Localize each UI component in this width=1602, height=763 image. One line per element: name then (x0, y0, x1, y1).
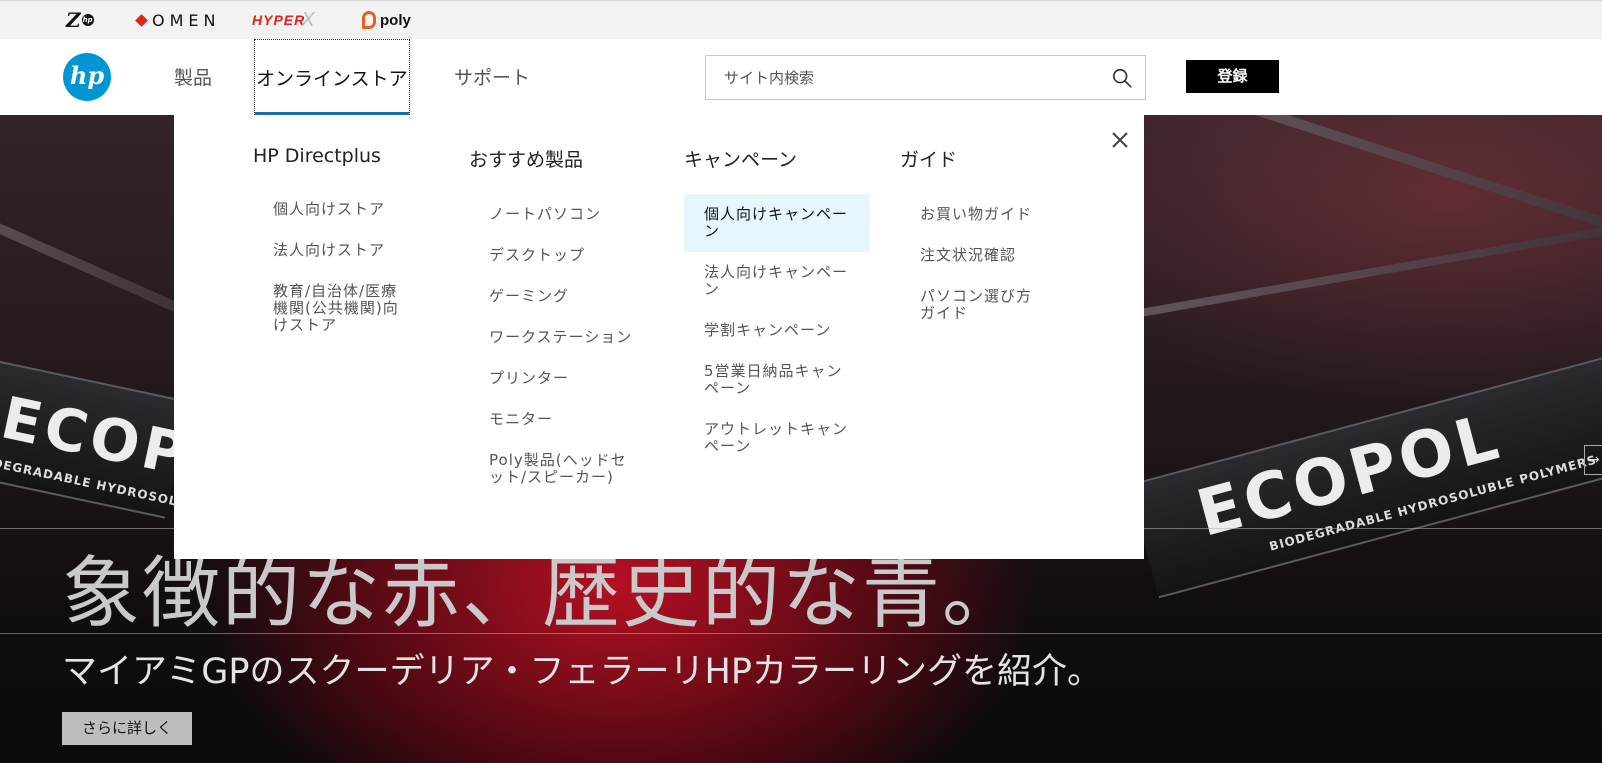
hero-beam (1133, 219, 1602, 319)
online-store-mega-menu: HP Directplus 個人向けストア 法人向けストア 教育/自治体/医療機… (174, 115, 1144, 559)
search-input[interactable] (724, 67, 1084, 89)
nav-support[interactable]: サポート (454, 63, 530, 90)
menu-item[interactable]: ワークステーション (469, 317, 655, 358)
nav-online-store[interactable]: オンラインストア (254, 39, 410, 115)
site-header: hp 製品 オンラインストア サポート 登録 (0, 39, 1602, 115)
poly-logo[interactable]: poly (362, 9, 411, 31)
ecopol-banner-left: ECOPOL DEGRADABLE HYDROSOLUBLE P (0, 351, 288, 520)
omen-diamond-icon (135, 13, 148, 27)
nav-products[interactable]: 製品 (174, 63, 212, 90)
z-by-hp-logo[interactable]: Zhp (66, 8, 94, 32)
learn-more-button[interactable]: さらに詳しく (62, 712, 192, 745)
menu-item[interactable]: 法人向けストア (253, 230, 419, 271)
menu-item[interactable]: 学割キャンペーン (684, 310, 870, 351)
menu-item[interactable]: プリンター (469, 358, 655, 399)
hp-logo[interactable]: hp (63, 53, 111, 101)
menu-column-campaigns: キャンペーン 個人向けキャンペーン 法人向けキャンペーン 学割キャンペーン 5営… (684, 145, 884, 467)
menu-item[interactable]: 注文状況確認 (900, 235, 1066, 276)
omen-logo[interactable]: OMEN (135, 9, 220, 31)
search-icon[interactable] (1111, 67, 1133, 89)
search-box (705, 55, 1146, 100)
menu-item[interactable]: パソコン選び方ガイド (900, 276, 1066, 334)
menu-item[interactable]: ゲーミング (469, 276, 655, 317)
menu-item[interactable]: 5営業日納品キャンペーン (684, 351, 870, 409)
menu-item[interactable]: 教育/自治体/医療機関(公共機関)向けストア (253, 271, 419, 346)
close-icon[interactable] (1109, 129, 1131, 151)
menu-column-title: おすすめ製品 (469, 149, 584, 171)
menu-item[interactable]: 法人向けキャンペーン (684, 252, 870, 310)
menu-item[interactable]: アウトレットキャンペーン (684, 409, 870, 467)
menu-item[interactable]: お買い物ガイド (900, 194, 1066, 235)
menu-item[interactable]: 個人向けストア (253, 189, 419, 230)
menu-item[interactable]: ノートパソコン (469, 194, 655, 235)
menu-column-recommended: おすすめ製品 ノートパソコン デスクトップ ゲーミング ワークステーション プリ… (469, 145, 669, 498)
menu-column-title: キャンペーン (684, 149, 798, 171)
menu-item[interactable]: デスクトップ (469, 235, 655, 276)
menu-item-active[interactable]: 個人向けキャンペーン (684, 194, 870, 252)
register-button[interactable]: 登録 (1186, 60, 1279, 93)
hero-beam (1161, 115, 1602, 246)
brand-strip: Zhp OMEN HYPER X poly (0, 0, 1602, 39)
chevron-right-icon: → (1588, 452, 1600, 468)
ecopol-banner-right: ECOPOL BIODEGRADABLE HYDROSOLUBLE POLYME… (1128, 349, 1602, 599)
hyperx-logo[interactable]: HYPER X (252, 9, 316, 31)
menu-column-title: ガイド (900, 149, 958, 171)
hero-subtitle: マイアミGPのスクーデリア・フェラーリHPカラーリングを紹介。 (62, 652, 1102, 692)
menu-column-directplus: HP Directplus 個人向けストア 法人向けストア 教育/自治体/医療機… (253, 145, 453, 346)
carousel-next-button[interactable]: → (1584, 445, 1602, 475)
poly-mark-icon (362, 11, 376, 29)
menu-column-title: HP Directplus (253, 145, 381, 167)
menu-item[interactable]: Poly製品(ヘッドセット/スピーカー) (469, 440, 655, 498)
menu-column-guide: ガイド お買い物ガイド 注文状況確認 パソコン選び方ガイド (900, 145, 1100, 334)
menu-item[interactable]: モニター (469, 399, 655, 440)
